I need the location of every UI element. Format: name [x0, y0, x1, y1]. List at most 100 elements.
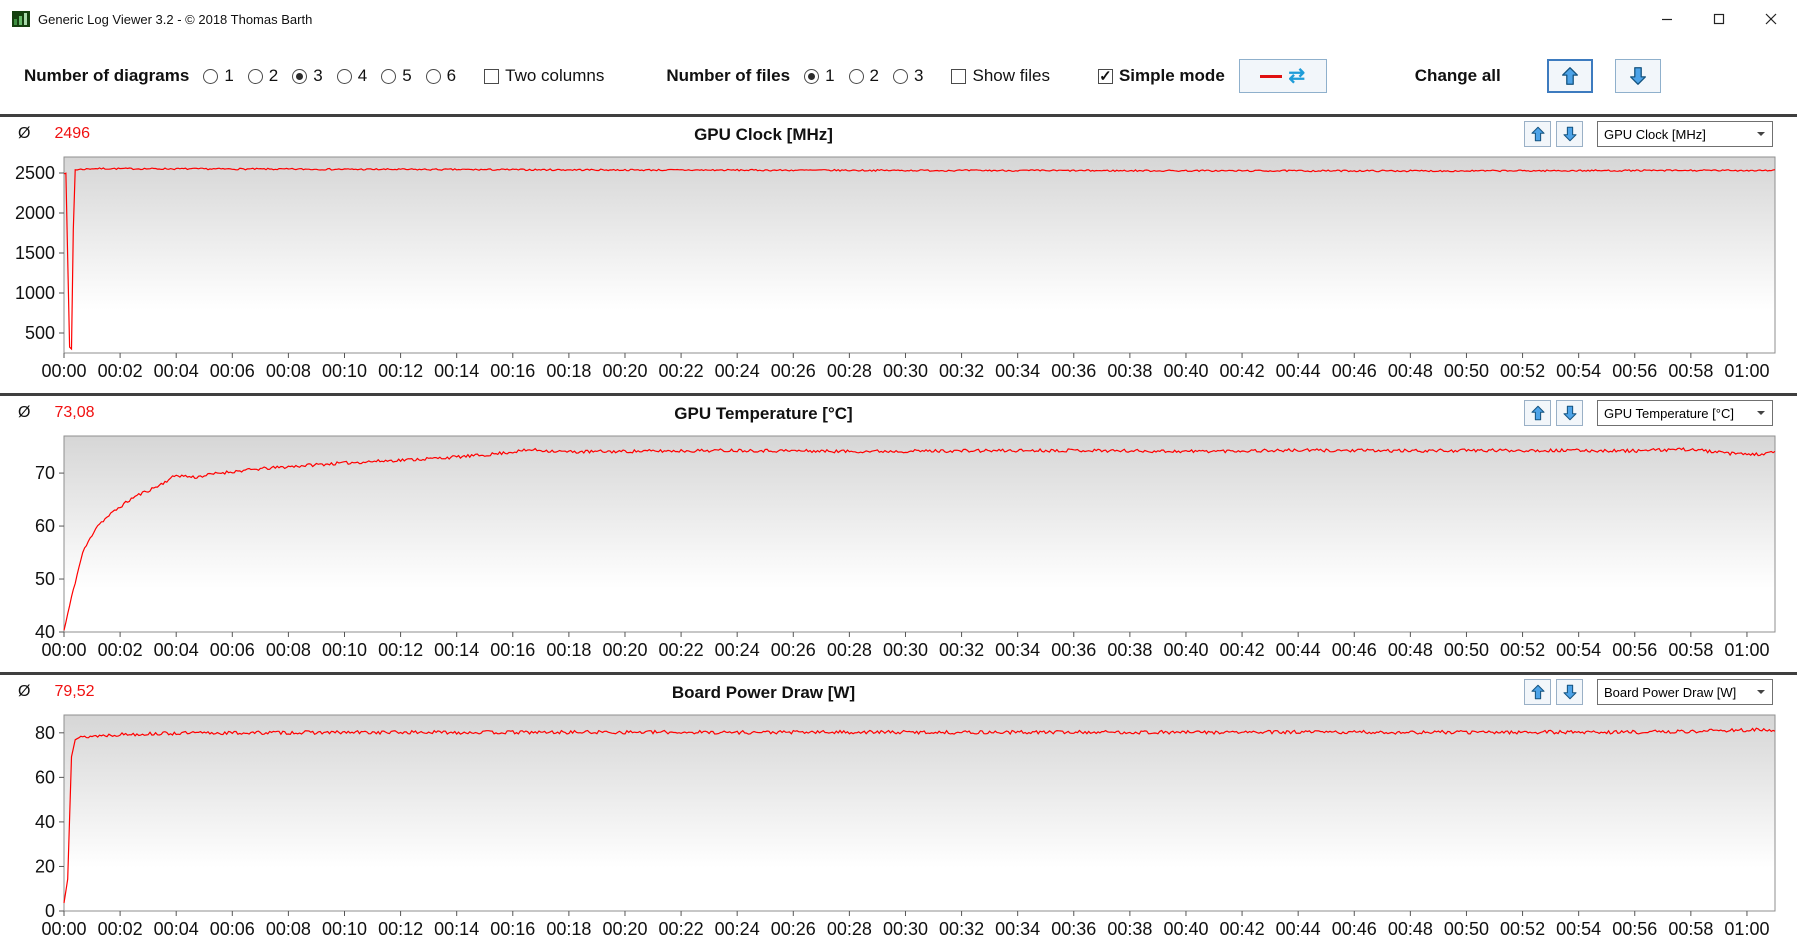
radio-icon[interactable] — [247, 68, 263, 84]
svg-text:00:16: 00:16 — [490, 361, 535, 381]
move-down-button[interactable] — [1556, 121, 1583, 147]
svg-text:60: 60 — [35, 516, 55, 536]
files-radio-3[interactable]: 3 — [893, 66, 923, 86]
svg-text:00:56: 00:56 — [1612, 361, 1657, 381]
svg-text:2500: 2500 — [15, 163, 55, 183]
svg-text:40: 40 — [35, 622, 55, 642]
diagrams-radio-1[interactable]: 1 — [203, 66, 234, 86]
show-files-checkbox[interactable]: ✓ Show files — [951, 66, 1050, 86]
maximize-button[interactable] — [1693, 0, 1745, 38]
radio-icon[interactable] — [292, 68, 308, 84]
files-radio-2[interactable]: 2 — [848, 66, 879, 86]
app-window: Generic Log Viewer 3.2 - © 2018 Thomas B… — [0, 0, 1797, 952]
svg-text:00:24: 00:24 — [715, 361, 760, 381]
panel-header: Ø 73,08 GPU Temperature [°C] GPU Tempera… — [0, 396, 1797, 430]
change-all-down-button[interactable] — [1614, 59, 1661, 93]
svg-text:00:54: 00:54 — [1556, 640, 1601, 660]
svg-text:00:58: 00:58 — [1668, 919, 1713, 939]
diagrams-radio-6[interactable]: 6 — [425, 66, 456, 86]
svg-text:00:10: 00:10 — [322, 361, 367, 381]
metric-select[interactable]: GPU Temperature [°C] — [1597, 400, 1773, 426]
legend-toggle-button[interactable]: ⇄ — [1238, 59, 1327, 93]
svg-text:00:08: 00:08 — [266, 361, 311, 381]
svg-text:00:00: 00:00 — [41, 361, 86, 381]
average-value: 2496 — [54, 125, 91, 142]
svg-text:40: 40 — [35, 812, 55, 832]
svg-text:00:32: 00:32 — [939, 361, 984, 381]
radio-icon[interactable] — [381, 68, 397, 84]
minimize-button[interactable] — [1641, 0, 1693, 38]
svg-text:00:44: 00:44 — [1276, 361, 1321, 381]
svg-text:00:04: 00:04 — [154, 361, 199, 381]
svg-text:00:22: 00:22 — [659, 640, 704, 660]
change-all-label: Change all — [1414, 66, 1501, 85]
move-up-button[interactable] — [1524, 679, 1551, 705]
svg-text:00:54: 00:54 — [1556, 361, 1601, 381]
svg-text:00:00: 00:00 — [41, 919, 86, 939]
radio-icon[interactable] — [804, 68, 820, 84]
svg-text:00:30: 00:30 — [883, 361, 928, 381]
svg-text:00:12: 00:12 — [378, 640, 423, 660]
metric-select[interactable]: GPU Clock [MHz] — [1597, 121, 1773, 147]
diagrams-radio-3[interactable]: 3 — [292, 66, 323, 86]
svg-text:00:42: 00:42 — [1220, 919, 1265, 939]
refresh-icon: ⇄ — [1288, 65, 1306, 87]
radio-icon[interactable] — [425, 68, 441, 84]
simple-mode-checkbox[interactable]: ✓ Simple mode — [1097, 66, 1225, 86]
window-title: Generic Log Viewer 3.2 - © 2018 Thomas B… — [38, 11, 313, 27]
checkbox-icon[interactable]: ✓ — [951, 68, 967, 84]
svg-text:00:22: 00:22 — [659, 919, 704, 939]
svg-text:00:06: 00:06 — [210, 640, 255, 660]
svg-text:00:58: 00:58 — [1668, 640, 1713, 660]
checkbox-icon[interactable]: ✓ — [484, 68, 500, 84]
metric-select[interactable]: Board Power Draw [W] — [1597, 679, 1773, 705]
two-columns-checkbox[interactable]: ✓ Two columns — [484, 66, 604, 86]
svg-text:00:16: 00:16 — [490, 919, 535, 939]
diagrams-radio-5[interactable]: 5 — [381, 66, 412, 86]
move-down-button[interactable] — [1556, 679, 1583, 705]
svg-text:00:26: 00:26 — [771, 361, 816, 381]
svg-text:00:10: 00:10 — [322, 919, 367, 939]
move-up-button[interactable] — [1524, 400, 1551, 426]
svg-text:00:02: 00:02 — [98, 640, 143, 660]
svg-text:00:02: 00:02 — [98, 361, 143, 381]
svg-text:00:12: 00:12 — [378, 919, 423, 939]
red-line-icon — [1260, 74, 1283, 78]
svg-text:00:58: 00:58 — [1668, 361, 1713, 381]
move-down-button[interactable] — [1556, 400, 1583, 426]
gpu-clock-plot: 500 1000 1500 2000 2500 00:00 00:02 00:04 00:06 0… — [15, 156, 1776, 381]
svg-text:00:56: 00:56 — [1612, 640, 1657, 660]
diagrams-radio-4[interactable]: 4 — [336, 66, 367, 86]
panel-header: Ø 2496 GPU Clock [MHz] GPU Clock [MHz] — [0, 117, 1797, 151]
svg-text:00:44: 00:44 — [1276, 919, 1321, 939]
files-radio-1[interactable]: 1 — [804, 66, 835, 86]
svg-text:00:14: 00:14 — [434, 361, 479, 381]
move-up-button[interactable] — [1524, 121, 1551, 147]
svg-text:1500: 1500 — [15, 243, 55, 263]
radio-icon[interactable] — [893, 68, 909, 84]
svg-text:50: 50 — [35, 569, 55, 589]
chart-panel-gpu-clock: Ø 2496 GPU Clock [MHz] GPU Clock [MHz] 5… — [0, 117, 1797, 393]
app-icon — [12, 10, 30, 28]
svg-text:20: 20 — [35, 856, 55, 876]
svg-text:01:00: 01:00 — [1724, 640, 1769, 660]
arrow-down-icon — [1629, 67, 1646, 85]
svg-text:00:22: 00:22 — [659, 361, 704, 381]
svg-text:00:56: 00:56 — [1612, 919, 1657, 939]
checkbox-icon[interactable]: ✓ — [1097, 68, 1113, 84]
average-symbol: Ø — [18, 683, 31, 700]
svg-text:00:34: 00:34 — [995, 919, 1040, 939]
radio-icon[interactable] — [203, 68, 219, 84]
svg-text:00:28: 00:28 — [827, 361, 872, 381]
svg-text:00:08: 00:08 — [266, 640, 311, 660]
svg-text:00:20: 00:20 — [602, 361, 647, 381]
average-symbol: Ø — [18, 404, 31, 421]
diagrams-radio-2[interactable]: 2 — [247, 66, 278, 86]
radio-icon[interactable] — [336, 68, 352, 84]
radio-icon[interactable] — [848, 68, 864, 84]
close-button[interactable] — [1745, 0, 1797, 38]
svg-text:00:24: 00:24 — [715, 919, 760, 939]
files-label: Number of files — [666, 66, 791, 85]
change-all-up-button[interactable] — [1546, 59, 1593, 93]
svg-text:00:52: 00:52 — [1500, 640, 1545, 660]
